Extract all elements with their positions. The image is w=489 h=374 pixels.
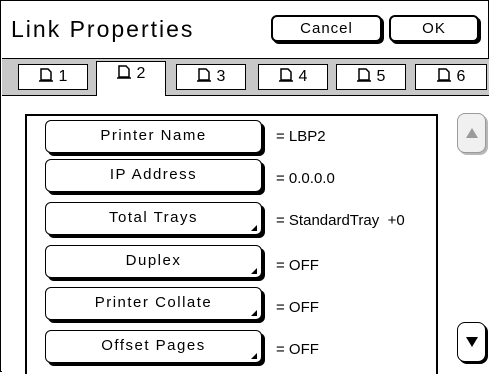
link-properties-window: Link Properties Cancel OK 1 2 3 4 5 6 Pr… <box>0 0 489 374</box>
window-title: Link Properties <box>11 16 195 42</box>
tab-bar: 1 2 3 4 5 6 <box>2 58 489 97</box>
ip-address-button[interactable]: IP Address <box>45 159 262 192</box>
tab-label: 1 <box>58 68 68 85</box>
row-label: Printer Collate <box>94 294 213 311</box>
tab-label: 6 <box>456 68 466 85</box>
offset-pages-value: = OFF <box>276 341 319 358</box>
submenu-corner-icon <box>251 268 257 274</box>
cancel-button[interactable]: Cancel <box>271 15 382 42</box>
printer-name-button[interactable]: Printer Name <box>45 120 262 153</box>
submenu-corner-icon <box>251 353 257 359</box>
tab-2[interactable]: 2 <box>96 61 166 96</box>
scroll-down-button[interactable] <box>457 322 486 362</box>
duplex-value: = OFF <box>276 257 319 274</box>
tab-3[interactable]: 3 <box>176 64 246 90</box>
row-label: Total Trays <box>108 209 199 226</box>
duplex-button[interactable]: Duplex <box>45 245 262 278</box>
page-icon <box>196 68 211 82</box>
settings-list: Printer Name = LBP2 IP Address = 0.0.0.0… <box>25 114 438 374</box>
printer-collate-value: = OFF <box>276 299 319 316</box>
row-label: Duplex <box>125 252 182 269</box>
tab-6[interactable]: 6 <box>415 64 487 90</box>
tab-4[interactable]: 4 <box>258 64 328 90</box>
page-icon <box>278 68 293 82</box>
submenu-corner-icon <box>251 225 257 231</box>
offset-pages-button[interactable]: Offset Pages <box>45 330 262 363</box>
total-trays-button[interactable]: Total Trays <box>45 202 262 235</box>
ok-button[interactable]: OK <box>389 15 479 42</box>
page-icon <box>436 68 451 82</box>
tab-label: 4 <box>298 68 308 85</box>
printer-name-value: = LBP2 <box>276 128 326 145</box>
page-icon <box>116 65 131 79</box>
tab-5[interactable]: 5 <box>336 64 406 90</box>
settings-panel: Printer Name = LBP2 IP Address = 0.0.0.0… <box>2 96 489 374</box>
ip-address-value: = 0.0.0.0 <box>276 170 335 187</box>
tab-label: 5 <box>376 68 386 85</box>
page-icon <box>38 68 53 82</box>
row-label: IP Address <box>109 166 198 183</box>
row-label: Printer Name <box>100 127 207 144</box>
row-label: Offset Pages <box>101 337 206 354</box>
submenu-corner-icon <box>251 310 257 316</box>
tab-label: 3 <box>216 68 226 85</box>
page-icon <box>356 68 371 82</box>
printer-collate-button[interactable]: Printer Collate <box>45 287 262 320</box>
total-trays-value: = StandardTray +0 <box>276 212 405 229</box>
tab-label: 2 <box>136 65 146 82</box>
triangle-down-icon <box>466 337 478 347</box>
tab-1[interactable]: 1 <box>18 64 88 90</box>
triangle-up-icon <box>466 128 478 138</box>
scroll-up-button[interactable] <box>457 113 486 153</box>
